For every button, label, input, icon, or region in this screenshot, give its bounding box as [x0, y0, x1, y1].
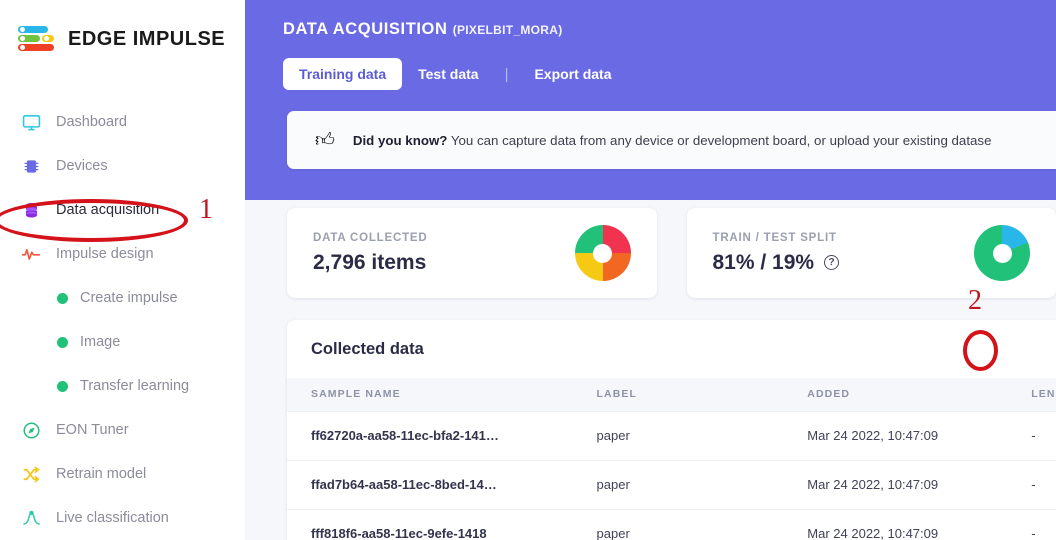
question-mark-icon[interactable]: ?	[824, 255, 840, 270]
data-collected-card: DATA COLLECTED 2,796 items	[287, 208, 657, 298]
banner-lead: Did you know?	[352, 132, 448, 148]
pulse-icon	[20, 243, 42, 265]
sidebar-item-label: Dashboard	[56, 114, 127, 130]
card-value: 81% / 19% ?	[713, 251, 840, 275]
sidebar-item-impulse-design[interactable]: Impulse design	[0, 232, 245, 276]
table-row[interactable]: ffad7b64-aa58-11ec-8bed-14… paper Mar 24…	[287, 460, 1056, 510]
data-collected-donut	[574, 225, 631, 281]
cell-added: Mar 24 2022, 10:47:09	[807, 509, 1032, 540]
panel-header: Collected data	[287, 320, 1056, 378]
brand-name: EDGE IMPULSE	[68, 27, 226, 50]
page-title: DATA ACQUISITION (PIXELBIT_MORA)	[283, 20, 1056, 39]
cell-sample-name[interactable]: ff62720a-aa58-11ec-bfa2-141…	[287, 411, 597, 461]
banner-text: Did you know? You can capture data from …	[353, 133, 992, 148]
sidebar-item-label: Retrain model	[56, 466, 147, 482]
sidebar-item-retrain-model[interactable]: Retrain model	[0, 452, 245, 496]
database-icon	[20, 199, 42, 221]
sidebar-item-label: EON Tuner	[56, 422, 129, 438]
project-name: (PIXELBIT_MORA)	[452, 23, 563, 37]
sidebar-item-eon-tuner[interactable]: EON Tuner	[0, 408, 245, 452]
monitor-icon	[20, 111, 42, 133]
app-root: EDGE IMPULSE Dashboard Devices Data acqu…	[0, 0, 1056, 540]
column-header-label[interactable]: LABEL	[596, 378, 808, 412]
train-test-split-donut	[974, 225, 1030, 281]
card-label: DATA COLLECTED	[313, 231, 428, 244]
column-header-sample-name[interactable]: SAMPLE NAME	[287, 378, 597, 412]
sidebar-item-label: Transfer learning	[80, 378, 190, 394]
banner-body: You can capture data from any device or …	[447, 132, 992, 148]
sidebar-item-label: Impulse design	[56, 246, 154, 262]
cell-length: -	[1031, 460, 1056, 510]
brand-logo-area[interactable]: EDGE IMPULSE	[0, 0, 245, 58]
sidebar-item-label: Create impulse	[80, 290, 178, 306]
table-header-row: SAMPLE NAME LABEL ADDED LENGTH	[287, 378, 1056, 412]
cell-label: paper	[596, 411, 808, 461]
train-test-split-card: TRAIN / TEST SPLIT 81% / 19% ?	[686, 208, 1056, 298]
column-header-length[interactable]: LENGTH	[1031, 378, 1056, 412]
sidebar: EDGE IMPULSE Dashboard Devices Data acqu…	[0, 0, 245, 540]
main-content: DATA ACQUISITION (PIXELBIT_MORA) Trainin…	[245, 0, 1056, 540]
sidebar-item-devices[interactable]: Devices	[0, 144, 245, 188]
sidebar-item-transfer-learning[interactable]: Transfer learning	[0, 364, 245, 408]
green-dot-icon	[56, 375, 68, 397]
sidebar-item-data-acquisition[interactable]: Data acquisition	[0, 188, 245, 232]
cell-length: -	[1031, 509, 1056, 540]
shuffle-icon	[20, 463, 42, 485]
sidebar-item-image[interactable]: Image	[0, 320, 245, 364]
cell-added: Mar 24 2022, 10:47:09	[807, 460, 1032, 510]
chip-icon	[20, 155, 42, 177]
sidebar-nav: Dashboard Devices Data acquisition Impul…	[0, 100, 245, 540]
sidebar-item-live-classification[interactable]: Live classification	[0, 496, 245, 540]
sidebar-item-label: Data acquisition	[56, 202, 160, 218]
thumbs-up-icon: 👍︎	[315, 129, 335, 151]
compass-icon	[20, 419, 42, 441]
page-title-text: DATA ACQUISITION	[283, 20, 448, 38]
green-dot-icon	[56, 331, 68, 353]
cell-label: paper	[596, 509, 808, 540]
did-you-know-banner: 👍︎ Did you know? You can capture data fr…	[287, 111, 1056, 169]
stat-cards: DATA COLLECTED 2,796 items TRAIN / TEST …	[245, 200, 1056, 298]
column-header-added[interactable]: ADDED	[807, 378, 1032, 412]
edge-impulse-logo-icon	[16, 22, 60, 56]
sidebar-item-create-impulse[interactable]: Create impulse	[0, 276, 245, 320]
sidebar-item-dashboard[interactable]: Dashboard	[0, 100, 245, 144]
collected-data-panel: Collected data SAMPLE NAME LABEL ADDED L…	[287, 320, 1056, 540]
tab-separator: |	[504, 65, 509, 83]
card-value: 2,796 items	[313, 250, 427, 274]
cell-added: Mar 24 2022, 10:47:09	[807, 411, 1032, 461]
tab-training-data[interactable]: Training data	[283, 58, 403, 90]
cell-length: -	[1031, 411, 1056, 461]
page-header: DATA ACQUISITION (PIXELBIT_MORA) Trainin…	[245, 0, 1056, 200]
panel-title: Collected data	[311, 339, 424, 358]
table-row[interactable]: fff818f6-aa58-11ec-9efe-1418 paper Mar 2…	[287, 509, 1056, 540]
sidebar-item-label: Devices	[56, 158, 108, 174]
collected-data-table: SAMPLE NAME LABEL ADDED LENGTH ff62720a-…	[287, 378, 1056, 540]
cell-sample-name[interactable]: fff818f6-aa58-11ec-9efe-1418	[287, 509, 597, 540]
sidebar-item-label: Image	[80, 334, 121, 350]
card-value-text: 81% / 19%	[712, 250, 815, 274]
green-dot-icon	[56, 287, 68, 309]
cell-sample-name[interactable]: ffad7b64-aa58-11ec-8bed-14…	[287, 460, 597, 510]
sidebar-item-label: Live classification	[56, 510, 169, 526]
tab-export-data[interactable]: Export data	[518, 58, 627, 90]
tab-test-data[interactable]: Test data	[402, 58, 494, 90]
table-row[interactable]: ff62720a-aa58-11ec-bfa2-141… paper Mar 2…	[287, 411, 1056, 461]
curve-icon	[20, 507, 42, 529]
data-tabs: Training data Test data | Export data	[283, 58, 1056, 90]
cell-label: paper	[596, 460, 808, 510]
card-label: TRAIN / TEST SPLIT	[712, 231, 837, 244]
